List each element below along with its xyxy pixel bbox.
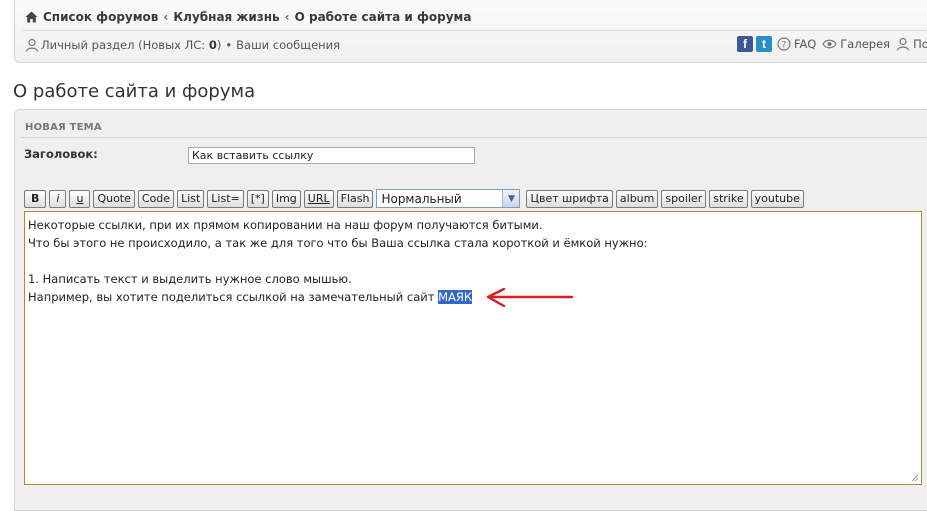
spoiler-button[interactable]: spoiler: [661, 189, 707, 208]
bbcode-toolbar: B i u Quote Code List List= [*] Img URL …: [24, 189, 804, 208]
breadcrumb-separator: ‹: [163, 10, 169, 24]
resize-handle-icon[interactable]: [911, 474, 919, 482]
image-button[interactable]: Img: [271, 189, 301, 208]
breadcrumb-separator: ‹: [284, 10, 290, 24]
url-button[interactable]: URL: [303, 189, 334, 208]
flash-button[interactable]: Flash: [336, 189, 374, 208]
list-button[interactable]: List: [177, 189, 205, 208]
twitter-icon[interactable]: t: [756, 36, 772, 52]
personal-section-link[interactable]: Личный раздел (Новых ЛС: 0): [41, 38, 221, 52]
font-size-select[interactable]: Нормальный ▼: [376, 189, 521, 208]
editor-line-blank: [28, 252, 918, 270]
quote-button[interactable]: Quote: [93, 189, 135, 208]
annotation-arrow-icon: [486, 287, 574, 308]
ordered-list-button[interactable]: List=: [207, 189, 244, 208]
panel-heading-divider: [21, 137, 927, 138]
breadcrumb-forum-index[interactable]: Список форумов: [43, 10, 158, 24]
editor-line-1: Некоторые ссылки, при их прямом копирова…: [28, 218, 543, 232]
user-icon: [25, 38, 39, 52]
user-bar: Личный раздел (Новых ЛС: 0) • Ваши сообщ…: [25, 38, 340, 52]
editor-line-2: Что бы этого не происходило, а так же дл…: [28, 236, 648, 250]
bold-button[interactable]: B: [24, 189, 47, 208]
font-color-button[interactable]: Цвет шрифта: [526, 189, 613, 208]
breadcrumb: Список форумов ‹ Клубная жизнь ‹ О работ…: [25, 10, 471, 24]
breadcrumb-current-forum[interactable]: О работе сайта и форума: [295, 10, 472, 24]
question-icon: ?: [777, 37, 791, 51]
bullet-separator: •: [225, 38, 233, 52]
subject-label: Заголовок:: [24, 147, 98, 161]
editor-line-3: 1. Написать текст и выделить нужное слов…: [28, 272, 352, 286]
members-link[interactable]: По: [913, 37, 927, 51]
forum-header: Список форумов ‹ Клубная жизнь ‹ О работ…: [14, 0, 927, 63]
code-button[interactable]: Code: [137, 189, 175, 208]
new-pm-count: 0: [208, 38, 217, 52]
underline-button[interactable]: u: [69, 189, 91, 208]
breadcrumb-club-life[interactable]: Клубная жизнь: [173, 10, 279, 24]
subject-input[interactable]: [188, 147, 475, 164]
youtube-button[interactable]: youtube: [750, 189, 804, 208]
faq-link[interactable]: FAQ: [794, 37, 816, 51]
header-links: f t ? FAQ Галерея По: [737, 36, 927, 52]
personal-section-end: ): [216, 38, 222, 52]
facebook-icon[interactable]: f: [737, 36, 753, 52]
eye-icon: [822, 38, 837, 50]
personal-section-label: Личный раздел (Новых ЛС:: [41, 38, 209, 52]
panel-heading: НОВАЯ ТЕМА: [25, 122, 102, 133]
editor-line-4-text: Например, вы хотите поделиться ссылкой н…: [28, 290, 439, 304]
editor-line-4: Например, вы хотите поделиться ссылкой н…: [28, 288, 918, 306]
page-title: О работе сайта и форума: [13, 81, 256, 102]
gallery-link[interactable]: Галерея: [840, 37, 890, 51]
users-icon: [896, 37, 910, 51]
italic-button[interactable]: i: [49, 189, 67, 208]
album-button[interactable]: album: [615, 189, 659, 208]
home-icon[interactable]: [25, 11, 38, 23]
selected-word: МАЯК: [438, 290, 473, 304]
message-textarea[interactable]: Некоторые ссылки, при их прямом копирова…: [24, 211, 922, 485]
svg-text:?: ?: [782, 41, 787, 51]
my-posts-link[interactable]: Ваши сообщения: [236, 38, 340, 52]
font-size-value: Нормальный: [381, 191, 462, 206]
list-item-button[interactable]: [*]: [246, 189, 269, 208]
header-divider: [23, 30, 927, 31]
strike-button[interactable]: strike: [709, 189, 748, 208]
chevron-down-icon: ▼: [502, 190, 520, 207]
